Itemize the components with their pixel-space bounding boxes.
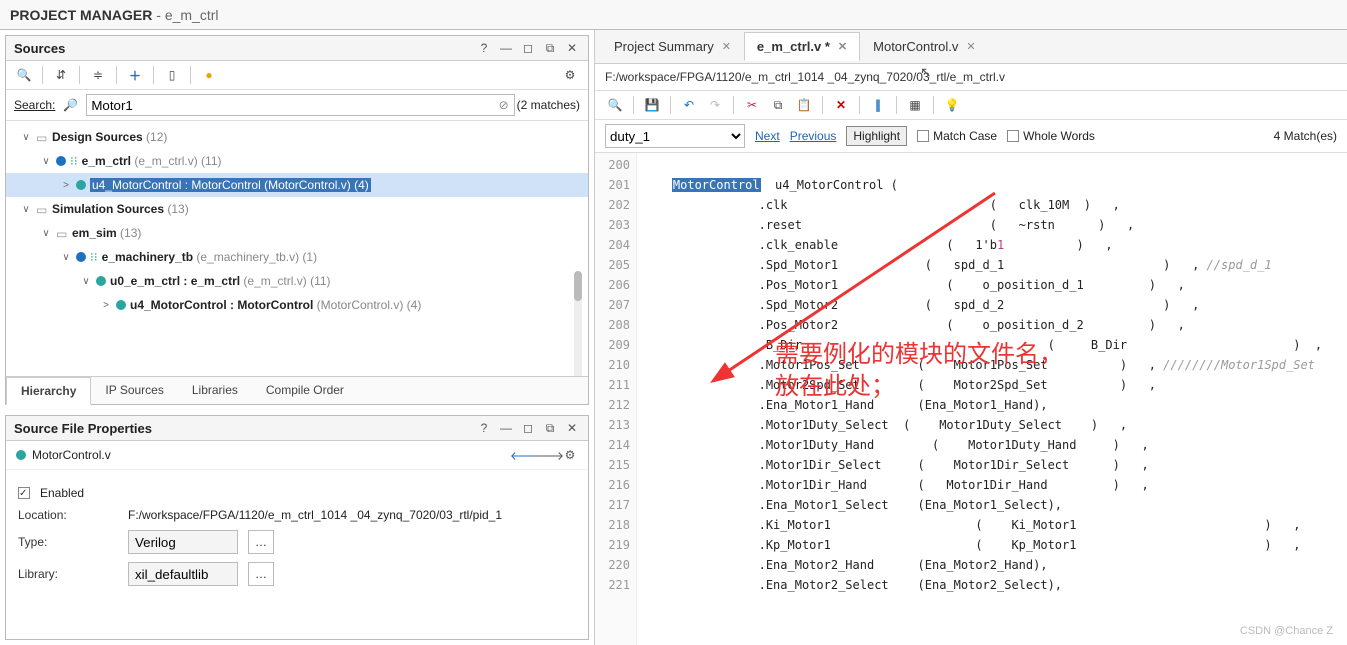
paste-icon[interactable]: 📋 [794, 95, 814, 115]
editor-tab[interactable]: Project Summary✕ [601, 32, 744, 61]
sources-title: Sources [14, 41, 65, 56]
project-manager-bar: PROJECT MANAGER - e_m_ctrl [0, 0, 1347, 30]
tree-row[interactable]: ∨⁝⁝e_m_ctrl (e_m_ctrl.v) (11) [6, 149, 588, 173]
find-prev-button[interactable]: Previous [790, 129, 837, 143]
editor-toolbar: 🔍 💾 ↶ ↷ ✂ ⧉ 📋 ✕ ∥ ▦ 💡 [595, 91, 1347, 120]
tree-row[interactable]: ∨▭Simulation Sources (13) [6, 197, 588, 221]
find-next-button[interactable]: Next [755, 129, 780, 143]
file-icon[interactable]: ▯ [162, 65, 182, 85]
tree-row[interactable]: ∨u0_e_m_ctrl : e_m_ctrl (e_m_ctrl.v) (11… [6, 269, 588, 293]
highlight-button[interactable]: Highlight [846, 126, 907, 146]
undo-icon[interactable]: ↶ [679, 95, 699, 115]
twisty-icon[interactable]: ∨ [20, 132, 32, 143]
match-case-checkbox[interactable] [917, 130, 929, 142]
warning-icon[interactable]: ● [199, 65, 219, 85]
tab-compile-order[interactable]: Compile Order [252, 377, 358, 404]
maximize-icon[interactable]: ⧉ [542, 420, 558, 436]
location-label: Location: [18, 508, 118, 522]
save-icon[interactable]: 💾 [642, 95, 662, 115]
maximize-icon[interactable]: ⧉ [542, 40, 558, 56]
cursor-icon: ↖ [920, 64, 932, 81]
location-value: F:/workspace/FPGA/1120/e_m_ctrl_1014 _04… [128, 508, 576, 522]
help-icon[interactable]: ? [476, 420, 492, 436]
whole-words-checkbox[interactable] [1007, 130, 1019, 142]
sources-toolbar: 🔍 ⇵ ≑ ＋ ▯ ● ⚙ [6, 61, 588, 90]
file-dot-icon [16, 450, 26, 460]
delete-icon[interactable]: ✕ [831, 95, 851, 115]
collapse-icon[interactable]: ⇵ [51, 65, 71, 85]
bulb-icon[interactable]: 💡 [942, 95, 962, 115]
sort-icon[interactable]: ≑ [88, 65, 108, 85]
copy-icon[interactable]: ⧉ [768, 95, 788, 115]
next-file-icon[interactable]: 🡒 [540, 447, 556, 463]
twisty-icon[interactable]: ∨ [40, 156, 52, 167]
sources-tree[interactable]: ∨▭Design Sources (12)∨⁝⁝e_m_ctrl (e_m_ct… [6, 121, 588, 376]
close-icon[interactable]: ✕ [564, 420, 580, 436]
twisty-icon[interactable]: ∨ [40, 228, 52, 239]
restore-icon[interactable]: ◻ [520, 40, 536, 56]
cut-icon[interactable]: ✂ [742, 95, 762, 115]
library-label: Library: [18, 567, 118, 581]
minimize-icon[interactable]: ― [498, 420, 514, 436]
enabled-label: Enabled [40, 486, 84, 500]
clear-search-icon[interactable]: ⊘ [499, 98, 509, 112]
editor-panel: Project Summary✕e_m_ctrl.v *✕MotorContro… [595, 30, 1347, 645]
annotation-text: 需要例化的模块的文件名， 放在此处； [775, 339, 1063, 403]
twisty-icon[interactable]: ∨ [60, 252, 72, 263]
twisty-icon[interactable]: ∨ [20, 204, 32, 215]
type-browse-button[interactable]: … [248, 530, 274, 554]
editor-tab[interactable]: MotorControl.v✕ [860, 32, 988, 61]
pm-title: PROJECT MANAGER [10, 7, 152, 23]
gear-icon[interactable]: ⚙ [562, 447, 578, 463]
help-icon[interactable]: ? [476, 40, 492, 56]
editor-tabs: Project Summary✕e_m_ctrl.v *✕MotorContro… [595, 30, 1347, 64]
search-matches: (2 matches) [517, 98, 580, 112]
sources-bottom-tabs: HierarchyIP SourcesLibrariesCompile Orde… [6, 376, 588, 404]
editor-path: F:/workspace/FPGA/1120/e_m_ctrl_1014 _04… [595, 64, 1347, 91]
tab-hierarchy[interactable]: Hierarchy [6, 377, 91, 405]
tab-libraries[interactable]: Libraries [178, 377, 252, 404]
properties-panel: Source File Properties ? ― ◻ ⧉ ✕ MotorCo… [5, 415, 589, 640]
tab-close-icon[interactable]: ✕ [966, 40, 975, 53]
library-field[interactable] [128, 562, 238, 586]
tree-row[interactable]: ∨▭em_sim (13) [6, 221, 588, 245]
find-term-select[interactable]: duty_1 [605, 124, 745, 148]
tree-row[interactable]: >u4_MotorControl : MotorControl (MotorCo… [6, 293, 588, 317]
redo-icon[interactable]: ↷ [705, 95, 725, 115]
tab-close-icon[interactable]: ✕ [722, 40, 731, 53]
type-label: Type: [18, 535, 118, 549]
type-field[interactable] [128, 530, 238, 554]
editor-tab[interactable]: e_m_ctrl.v *✕ [744, 32, 860, 61]
tree-row[interactable]: ∨⁝⁝e_machinery_tb (e_machinery_tb.v) (1) [6, 245, 588, 269]
twisty-icon[interactable]: > [60, 180, 72, 191]
props-title: Source File Properties [14, 421, 152, 436]
close-icon[interactable]: ✕ [564, 40, 580, 56]
find-bar: duty_1 Next Previous Highlight Match Cas… [595, 120, 1347, 153]
comment-icon[interactable]: ∥ [868, 95, 888, 115]
add-icon[interactable]: ＋ [125, 65, 145, 85]
search-icon[interactable]: 🔍 [605, 95, 625, 115]
search-icon[interactable]: 🔍 [14, 65, 34, 85]
pm-project: e_m_ctrl [165, 7, 219, 23]
enabled-checkbox[interactable] [18, 487, 30, 499]
twisty-icon[interactable]: ∨ [80, 276, 92, 287]
sources-panel: Sources ? ― ◻ ⧉ ✕ 🔍 ⇵ ≑ ＋ [5, 35, 589, 405]
search-label: Search: [14, 98, 55, 112]
code-editor[interactable]: 2002012022032042052062072082092102112122… [595, 153, 1347, 645]
restore-icon[interactable]: ◻ [520, 420, 536, 436]
column-select-icon[interactable]: ▦ [905, 95, 925, 115]
find-count: 4 Match(es) [1274, 129, 1337, 143]
search-input[interactable] [86, 94, 514, 116]
tab-close-icon[interactable]: ✕ [838, 40, 847, 53]
tree-scrollbar[interactable] [574, 271, 582, 376]
props-filename: MotorControl.v [32, 448, 111, 462]
gear-icon[interactable]: ⚙ [560, 65, 580, 85]
tree-row[interactable]: >u4_MotorControl : MotorControl (MotorCo… [6, 173, 588, 197]
watermark: CSDN @Chance Z [1240, 625, 1333, 637]
twisty-icon[interactable]: > [100, 300, 112, 311]
library-browse-button[interactable]: … [248, 562, 274, 586]
tree-row[interactable]: ∨▭Design Sources (12) [6, 125, 588, 149]
tab-ip-sources[interactable]: IP Sources [91, 377, 177, 404]
minimize-icon[interactable]: ― [498, 40, 514, 56]
